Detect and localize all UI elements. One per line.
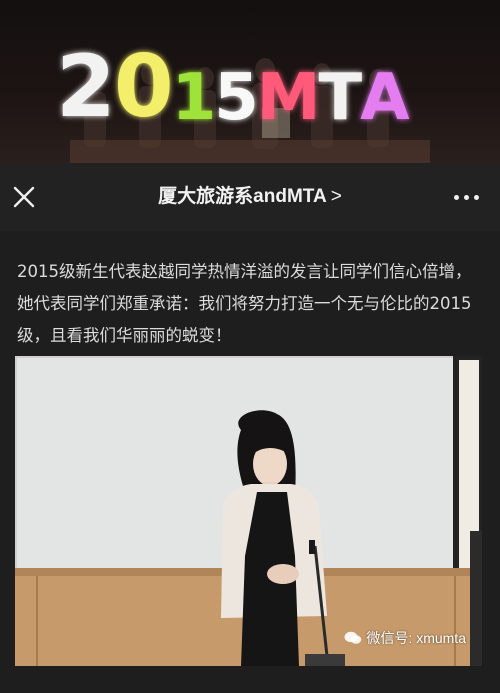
close-icon (13, 186, 35, 208)
account-name: 厦大旅游系andMTA (158, 186, 327, 207)
page-bottom (0, 666, 500, 693)
chevron-right-icon: > (330, 186, 342, 207)
banner-char: 5 (214, 61, 259, 135)
banner-char: 2 (56, 37, 116, 137)
banner-image: 2015MTA (0, 0, 500, 163)
banner-char: T (318, 61, 362, 135)
watermark: 微信号: xmumta (344, 628, 466, 648)
speaker-photo (15, 356, 482, 666)
article-photo[interactable]: 微信号: xmumta (15, 356, 482, 666)
banner-char: M (256, 61, 321, 135)
watermark-text: 微信号: xmumta (366, 630, 466, 646)
more-dot (463, 194, 469, 200)
more-dot (453, 194, 459, 200)
wechat-icon (344, 631, 362, 644)
more-button[interactable] (446, 183, 486, 211)
account-title[interactable]: 厦大旅游系andMTA > (120, 181, 380, 213)
header-bar: 厦大旅游系andMTA > (0, 163, 500, 231)
banner-char: 0 (113, 37, 174, 137)
banner-char: 1 (171, 61, 217, 135)
banner-char: A (360, 61, 410, 135)
more-dot (473, 194, 479, 200)
banner-title: 2015MTA (56, 20, 410, 137)
article-paragraph: 2015级新生代表赵越同学热情洋溢的发言让同学们信心倍增，她代表同学们郑重承诺：… (17, 262, 472, 345)
close-button[interactable] (6, 179, 42, 215)
